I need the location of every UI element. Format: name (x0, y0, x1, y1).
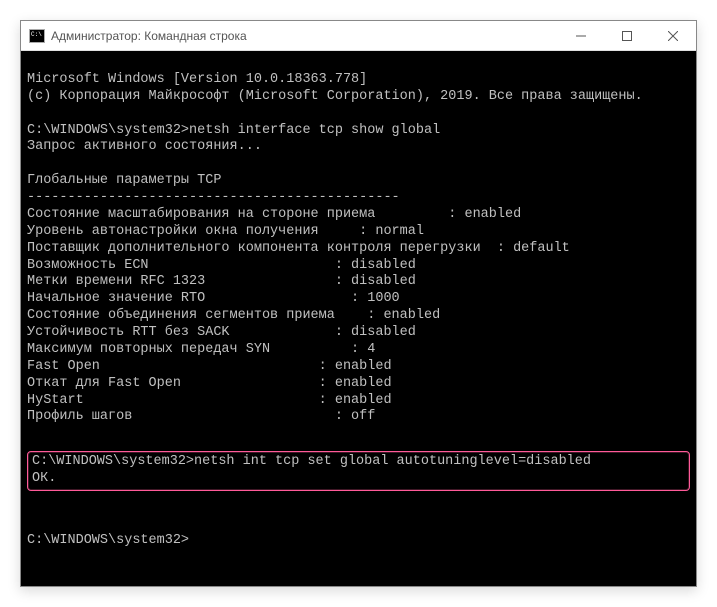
cmd-window: Администратор: Командная строка Microsof… (20, 20, 697, 587)
param-row: Поставщик дополнительного компонента кон… (27, 241, 570, 256)
cmd-icon (29, 29, 45, 43)
prompt-line: C:\WINDOWS\system32> (27, 533, 197, 548)
section-title: Глобальные параметры TCP (27, 173, 221, 188)
param-row: Метки времени RFC 1323 : disabled (27, 274, 416, 289)
param-row: Начальное значение RTO : 1000 (27, 291, 400, 306)
param-row: Устойчивость RTT без SACK : disabled (27, 325, 416, 340)
prompt-line: C:\WINDOWS\system32>netsh interface tcp … (27, 123, 440, 138)
param-row: Состояние объединения сегментов приема :… (27, 308, 440, 323)
cursor-icon (189, 534, 197, 548)
output-line: ОК. (32, 471, 56, 486)
window-controls (558, 21, 696, 50)
param-row: Уровень автонастройки окна получения : n… (27, 224, 424, 239)
output-line: Microsoft Windows [Version 10.0.18363.77… (27, 72, 367, 87)
titlebar[interactable]: Администратор: Командная строка (21, 21, 696, 51)
param-row: HyStart : enabled (27, 393, 392, 408)
highlighted-command: C:\WINDOWS\system32>netsh int tcp set gl… (27, 451, 690, 491)
minimize-button[interactable] (558, 21, 604, 50)
param-row: Fast Open : enabled (27, 359, 392, 374)
param-row: Состояние масштабирования на стороне при… (27, 207, 521, 222)
maximize-button[interactable] (604, 21, 650, 50)
console-output[interactable]: Microsoft Windows [Version 10.0.18363.77… (21, 51, 696, 586)
param-row: Возможность ECN : disabled (27, 258, 416, 273)
prompt-line: C:\WINDOWS\system32>netsh int tcp set gl… (32, 454, 591, 469)
output-line: (c) Корпорация Майкрософт (Microsoft Cor… (27, 89, 643, 104)
param-row: Откат для Fast Open : enabled (27, 376, 392, 391)
param-row: Профиль шагов : off (27, 409, 375, 424)
divider-line: ----------------------------------------… (27, 190, 400, 205)
close-button[interactable] (650, 21, 696, 50)
window-title: Администратор: Командная строка (51, 29, 558, 43)
param-row: Максимум повторных передач SYN : 4 (27, 342, 375, 357)
output-line: Запрос активного состояния... (27, 139, 262, 154)
